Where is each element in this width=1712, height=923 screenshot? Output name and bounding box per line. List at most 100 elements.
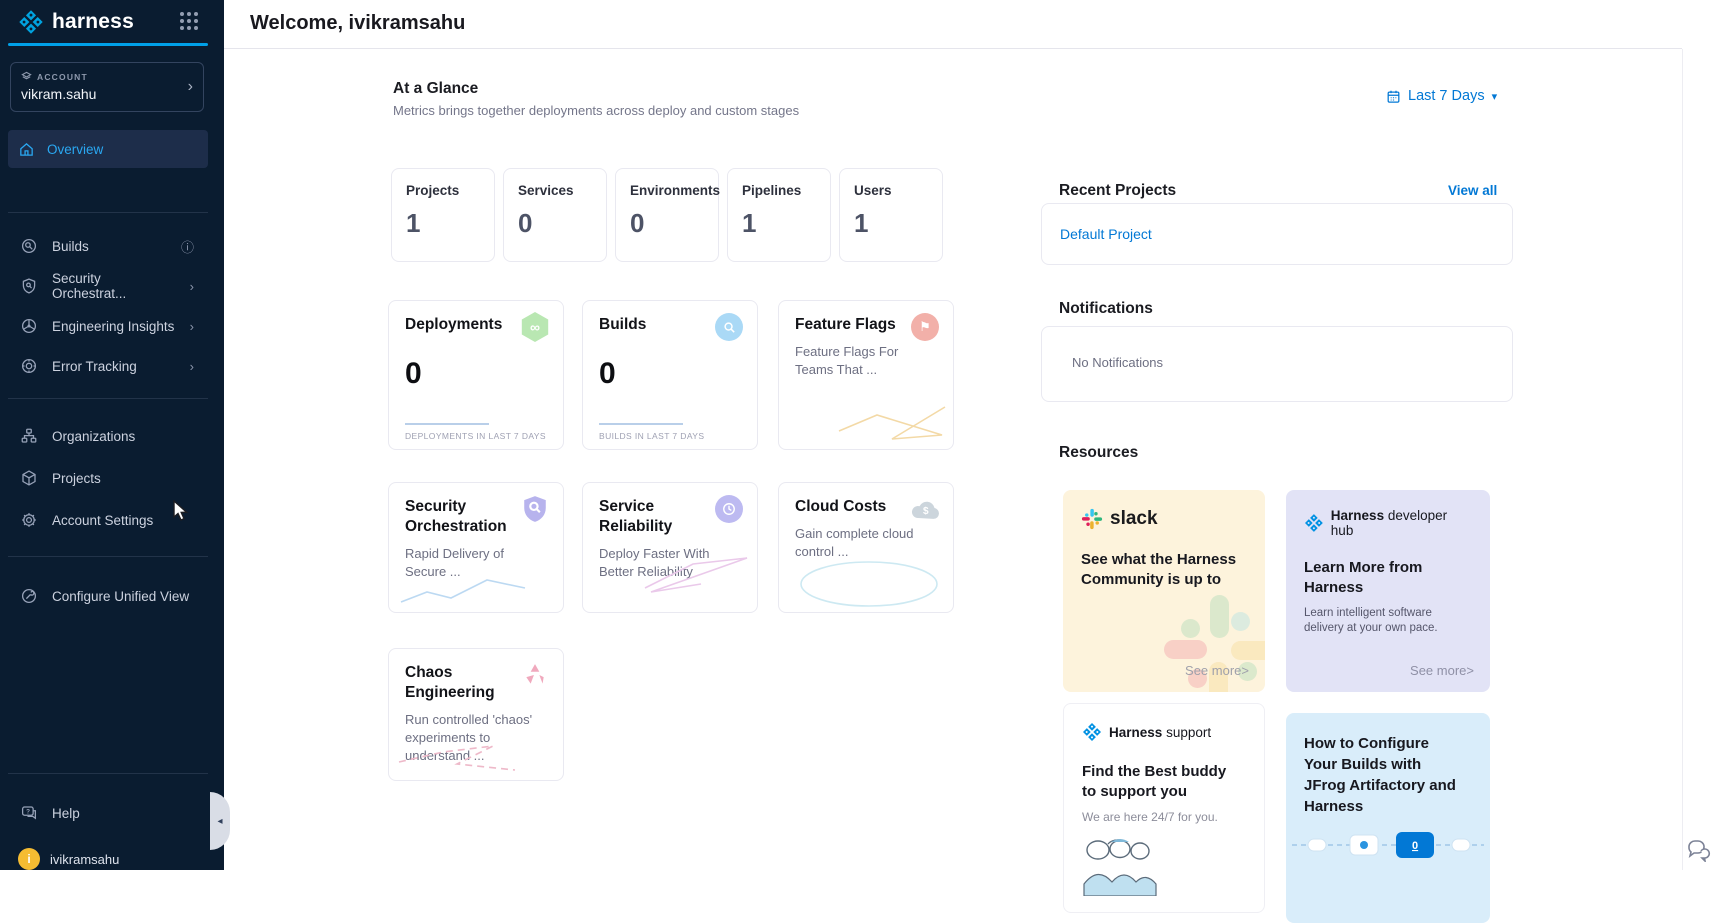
recent-projects-title: Recent Projects — [1059, 182, 1176, 200]
sidebar-item-organizations[interactable]: Organizations — [8, 416, 208, 456]
module-desc: Run controlled 'chaos' experiments to un… — [405, 711, 547, 765]
metric-label: Users — [854, 183, 942, 198]
chevron-right-icon: › — [190, 319, 194, 334]
see-more-link[interactable]: See more> — [1410, 663, 1474, 678]
chevron-right-icon: › — [190, 279, 194, 294]
metric-label: Projects — [406, 183, 494, 198]
metric-label: Services — [518, 183, 606, 198]
sidebar-item-help[interactable]: ? Help — [8, 793, 208, 833]
sidebar-item-overview[interactable]: Overview — [8, 130, 208, 168]
resource-heading: Learn More from Harness — [1304, 558, 1434, 598]
metric-users[interactable]: Users 1 — [839, 168, 943, 262]
app-grid-icon[interactable] — [180, 12, 198, 30]
module-desc: Gain complete cloud control ... — [795, 525, 937, 561]
support-people-illustration — [1080, 836, 1160, 896]
module-value: 0 — [599, 357, 741, 391]
resource-card-slack[interactable]: slack See what the Harness Community is … — [1063, 490, 1265, 692]
metric-projects[interactable]: Projects 1 — [391, 168, 495, 262]
sidebar-item-label: Security Orchestrat... — [52, 271, 176, 301]
support-chat-button[interactable] — [1686, 838, 1712, 867]
module-title: Cloud Costs — [795, 497, 915, 517]
pipeline-node-label: 0 — [1412, 840, 1418, 852]
module-value: 0 — [405, 357, 547, 391]
feature-flags-icon: ⚑ — [911, 313, 939, 341]
divider — [8, 212, 208, 213]
service-reliability-icon — [715, 495, 743, 523]
brand-bold: Harness — [1331, 508, 1384, 523]
module-footnote: BUILDS IN LAST 7 DAYS — [599, 431, 704, 441]
metric-pipelines[interactable]: Pipelines 1 — [727, 168, 831, 262]
module-title: Service Reliability — [599, 497, 719, 537]
notifications-title: Notifications — [1059, 300, 1153, 318]
account-label: ACCOUNT — [37, 72, 88, 82]
pinwheel-icon — [20, 317, 38, 335]
sidebar-item-engineering-insights[interactable]: Engineering Insights › — [8, 306, 208, 346]
sidebar-item-builds[interactable]: Builds ⓘ — [8, 226, 208, 266]
chevron-right-icon: › — [190, 359, 194, 374]
sidebar-item-configure-unified-view[interactable]: Configure Unified View — [8, 576, 208, 616]
shield-icon — [20, 277, 38, 295]
module-card-builds[interactable]: Builds 0 BUILDS IN LAST 7 DAYS — [582, 300, 758, 450]
page-title: Welcome, ivikramsahu — [250, 12, 465, 35]
collapse-arrow-icon: ◂ — [217, 816, 222, 827]
module-card-security-orchestration[interactable]: Security Orchestration Rapid Delivery of… — [388, 482, 564, 613]
sidebar-item-account-settings[interactable]: Account Settings — [8, 500, 208, 540]
view-all-link[interactable]: View all — [1448, 183, 1497, 198]
sidebar-item-security-orchestration[interactable]: Security Orchestrat... › — [8, 266, 208, 306]
resource-card-support[interactable]: Harness support Find the Best buddy to s… — [1063, 703, 1265, 913]
info-icon[interactable]: ⓘ — [181, 237, 194, 256]
help-chat-icon: ? — [20, 804, 38, 822]
resource-heading: How to Configure Your Builds with JFrog … — [1304, 733, 1464, 817]
module-card-service-reliability[interactable]: Service Reliability Deploy Faster With B… — [582, 482, 758, 613]
right-gutter — [1682, 49, 1712, 870]
resource-card-jfrog-article[interactable]: How to Configure Your Builds with JFrog … — [1286, 713, 1490, 923]
chevron-right-icon: > — [1241, 663, 1249, 678]
brand-bold: Harness — [1109, 725, 1162, 740]
account-selector[interactable]: ACCOUNT vikram.sahu › — [10, 62, 204, 112]
resource-subtext: Learn intelligent software delivery at y… — [1304, 606, 1462, 636]
module-title: Chaos Engineering — [405, 663, 525, 703]
resource-heading: Find the Best buddy to support you — [1082, 762, 1242, 802]
harness-logo[interactable]: harness — [18, 9, 134, 35]
module-card-chaos-engineering[interactable]: Chaos Engineering Run controlled 'chaos'… — [388, 648, 564, 781]
module-title: Builds — [599, 315, 719, 335]
cube-icon — [20, 469, 38, 487]
divider — [8, 398, 208, 399]
recent-projects-card: Default Project — [1041, 203, 1513, 265]
sparkline — [599, 423, 683, 425]
question-glyph: ? — [26, 808, 30, 815]
see-more-link[interactable]: See more> — [1185, 663, 1249, 678]
metric-environments[interactable]: Environments 0 — [615, 168, 719, 262]
module-title: Feature Flags — [795, 315, 915, 335]
module-card-deployments[interactable]: Deployments ∞ 0 DEPLOYMENTS IN LAST 7 DA… — [388, 300, 564, 450]
sidebar-item-projects[interactable]: Projects — [8, 458, 208, 498]
infinity-glyph: ∞ — [530, 319, 540, 335]
sidebar-item-label: Help — [52, 806, 80, 821]
caret-down-icon: ▾ — [1492, 90, 1498, 103]
slack-brand: slack — [1110, 508, 1158, 530]
project-link[interactable]: Default Project — [1060, 226, 1152, 242]
sidebar-item-label: Organizations — [52, 429, 135, 444]
sidebar-item-error-tracking[interactable]: Error Tracking › — [8, 346, 208, 386]
module-title: Security Orchestration — [405, 497, 525, 537]
module-card-cloud-costs[interactable]: Cloud Costs $ Gain complete cloud contro… — [778, 482, 954, 613]
metric-services[interactable]: Services 0 — [503, 168, 607, 262]
time-range-select[interactable]: Last 7 Days ▾ — [1386, 88, 1497, 104]
harness-wordmark: harness — [52, 10, 134, 34]
sidebar-item-label: Account Settings — [52, 513, 153, 528]
calendar-icon — [1386, 89, 1401, 104]
resource-card-developer-hub[interactable]: Harness developer hub Learn More from Ha… — [1286, 490, 1490, 692]
user-name: ivikramsahu — [50, 852, 119, 867]
slack-logo-icon — [1081, 508, 1103, 530]
sidebar-item-label: Engineering Insights — [52, 319, 174, 334]
sidebar-item-label: Error Tracking — [52, 359, 137, 374]
resources-title: Resources — [1059, 444, 1138, 462]
module-card-feature-flags[interactable]: Feature Flags ⚑ Feature Flags For Teams … — [778, 300, 954, 450]
module-footnote: DEPLOYMENTS IN LAST 7 DAYS — [405, 431, 546, 441]
user-menu[interactable]: i ivikramsahu — [18, 848, 119, 870]
dollar-glyph: $ — [923, 506, 929, 517]
home-icon — [18, 141, 35, 158]
account-layers-icon — [21, 71, 32, 82]
time-range-label: Last 7 Days — [1408, 88, 1485, 104]
target-icon — [20, 357, 38, 375]
